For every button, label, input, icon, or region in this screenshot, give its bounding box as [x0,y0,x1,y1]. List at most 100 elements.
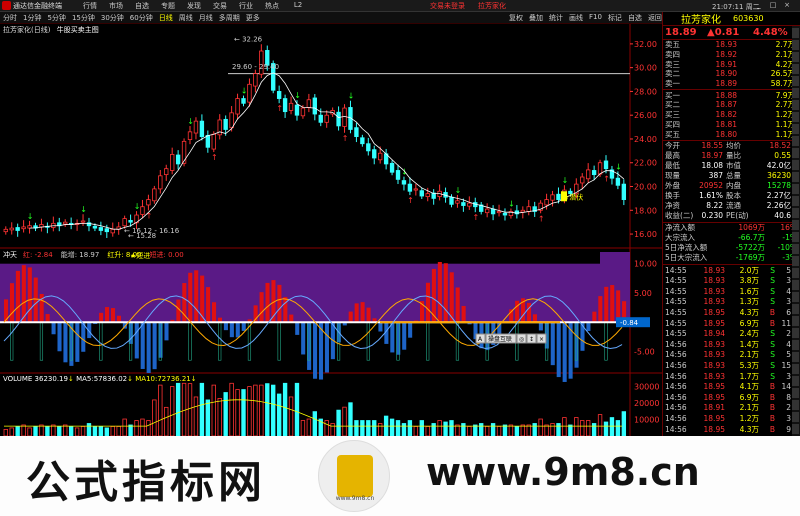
side-tool-icon[interactable] [792,268,799,278]
side-tool-icon[interactable] [792,40,799,50]
stats-row: 最低 18.08 市值 42.0亿 [665,161,791,171]
side-tool-icon[interactable] [792,112,799,122]
period-tab-6[interactable]: 日线 [156,13,176,23]
side-tool-icon[interactable] [792,124,799,134]
minimize-icon[interactable]: _ [752,1,766,9]
period-tab-8[interactable]: 月线 [196,13,216,23]
side-tool-icon[interactable] [792,208,799,218]
tool-button-2[interactable]: 统计 [546,13,566,23]
tick-row: 14:55 18.95 4.3万 B 6 [665,308,791,318]
side-tool-icon[interactable] [792,328,799,338]
volume-bar [508,424,514,436]
volume-bar [591,423,597,436]
side-tool-icon[interactable] [792,220,799,230]
period-tab-3[interactable]: 15分钟 [69,13,98,23]
side-tool-icon[interactable] [792,184,799,194]
candle-body [276,91,282,99]
candle-body [526,206,531,212]
volume-bar [217,398,222,436]
close-icon[interactable]: × [780,1,794,9]
menu-item-8[interactable]: L2 [285,1,311,11]
period-tab-9[interactable]: 多周期 [216,13,243,23]
side-tool-icon[interactable] [792,232,799,242]
bids-row[interactable]: 买五 18.80 1.1万 [663,129,800,139]
side-tool-icon[interactable] [792,304,799,314]
menu-item-1[interactable]: 市场 [103,1,129,11]
maximize-icon[interactable]: □ [766,1,780,9]
candle-body [413,188,419,191]
side-tool-icon[interactable] [792,256,799,266]
menu-item-6[interactable]: 行业 [233,1,259,11]
side-tool-icon[interactable] [792,64,799,74]
side-tool-icon[interactable] [792,400,799,410]
menu-item-3[interactable]: 专题 [155,1,181,11]
tool-button-3[interactable]: 画线 [566,13,586,23]
candle-body [407,183,413,192]
side-tool-icon[interactable] [792,376,799,386]
volume-value: 36230.19 [34,375,68,383]
period-tab-10[interactable]: 更多 [243,13,263,23]
stats-row: 最高 18.97 量比 0.55 [665,151,791,161]
side-tool-icon[interactable] [792,88,799,98]
period-tab-1[interactable]: 1分钟 [20,13,44,23]
tool-button-6[interactable]: 自选 [625,13,645,23]
candle-body [169,154,175,171]
candle-body [158,175,163,190]
menu-item-0[interactable]: 行情 [77,1,103,11]
side-tool-icon[interactable] [792,424,799,434]
side-tool-icon[interactable] [792,244,799,254]
side-tool-icon[interactable] [792,340,799,350]
volume-bar [389,418,395,436]
volume-bar [597,414,603,436]
volume-bar [532,423,537,436]
indicator-bar [259,292,264,323]
candle-body [621,183,627,200]
side-tool-icon[interactable] [792,364,799,374]
side-tool-icon[interactable] [792,160,799,170]
side-tool-icon[interactable] [792,172,799,182]
side-tool-icon[interactable] [792,100,799,110]
side-tool-icon[interactable] [792,388,799,398]
side-tool-icon[interactable] [792,280,799,290]
side-tool-icon[interactable] [792,352,799,362]
side-toolbar[interactable] [792,26,800,436]
side-tool-icon[interactable] [792,136,799,146]
period-tab-2[interactable]: 5分钟 [44,13,68,23]
price-axis-label: 30.00 [634,64,657,73]
side-tool-icon[interactable] [792,148,799,158]
period-tab-5[interactable]: 60分钟 [127,13,156,23]
tool-button-1[interactable]: 叠加 [526,13,546,23]
trade-login-status[interactable]: 交易未登录 [430,1,478,11]
side-tool-icon[interactable] [792,76,799,86]
asks-row[interactable]: 卖一 18.89 58.7万 [663,79,800,89]
side-tool-icon[interactable] [792,52,799,62]
menu-item-4[interactable]: 发现 [181,1,207,11]
candle-body [110,228,115,234]
indicator-bar [265,282,270,323]
volume-ma5: 57836.02 [93,375,128,383]
side-tool-icon[interactable] [792,292,799,302]
tool-button-4[interactable]: F10 [586,13,605,23]
menu-item-5[interactable]: 交易 [207,1,233,11]
period-tab-4[interactable]: 30分钟 [98,13,127,23]
chart-tool-label-3: ↕ [529,336,534,343]
tool-button-5[interactable]: 标记 [605,13,625,23]
candle-body [520,209,525,213]
side-tool-icon[interactable] [792,196,799,206]
tool-button-0[interactable]: 复权 [506,13,526,23]
side-tool-icon[interactable] [792,412,799,422]
volume-bar [187,383,193,436]
tick-list[interactable]: 14:55 18.93 2.0万 S 5 14:55 18.93 3.8万 S 3 14:55 18.… [663,265,800,435]
volume-bar [377,423,383,436]
indicator-header: 冲天 红: -2.84 能增: 18.97 红升: 8.00 短进: 0.00 [3,250,192,260]
period-tab-7[interactable]: 周线 [176,13,196,23]
menu-item-7[interactable]: 热点 [259,1,285,11]
side-tool-icon[interactable] [792,28,799,38]
volume-bar [496,426,502,436]
period-tab-0[interactable]: 分时 [0,13,20,23]
candle-body [586,169,591,180]
candle-body [377,152,383,161]
volume-bar [152,399,157,436]
side-tool-icon[interactable] [792,316,799,326]
menu-item-2[interactable]: 自选 [129,1,155,11]
